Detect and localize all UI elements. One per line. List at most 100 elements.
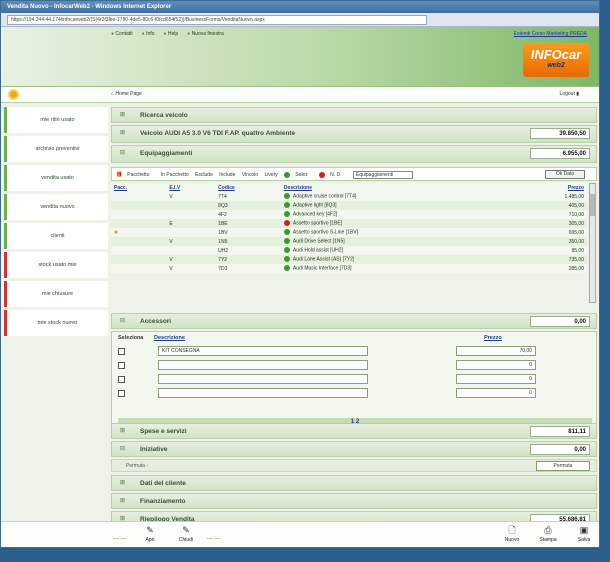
option-desc-text: Adaptive light [8Q3] xyxy=(292,202,337,209)
pacchetto-filter[interactable]: 🎁 Pacchetto xyxy=(116,172,154,178)
nav-help[interactable]: Help xyxy=(163,31,178,37)
option-code: 1BV xyxy=(218,229,228,236)
sidebar-item-vendita-usato[interactable]: vendita usato xyxy=(4,165,108,191)
category-select[interactable]: Equipaggiamenti xyxy=(352,171,413,179)
accessorio-desc-input[interactable]: KIT CONSEGNA xyxy=(158,346,368,356)
section-title: Finanziamento xyxy=(140,498,186,505)
section-ricerca-veicolo[interactable]: ⊞ Ricerca veicolo xyxy=(111,107,597,123)
col-codice[interactable]: Codice xyxy=(215,183,281,192)
print-icon: ⎙ xyxy=(544,525,552,535)
option-row[interactable]: E 1BE Assetto sportivo [1BE] 305,00 xyxy=(111,219,587,228)
ok-status-icon[interactable] xyxy=(283,238,290,245)
ok-status-icon[interactable] xyxy=(283,229,290,236)
top-links[interactable]: Estendi Corso Marketing PREDA xyxy=(514,31,587,37)
option-code: 7Y2 xyxy=(215,255,281,264)
options-scrollbar[interactable] xyxy=(589,183,596,303)
sidebar-item-clienti[interactable]: clienti xyxy=(4,223,108,249)
sidebar-item-stock-usato[interactable]: stock usato mio xyxy=(4,252,108,278)
nuovo-button[interactable]: 🗋 Nuovo xyxy=(495,525,529,543)
accessorio-checkbox[interactable] xyxy=(118,348,125,355)
accessorio-price-input[interactable]: 70,00 xyxy=(456,346,536,356)
option-pacc xyxy=(111,255,167,264)
section-dati-cliente[interactable]: ⊞ Dati del cliente xyxy=(111,475,597,491)
ok-status-icon[interactable] xyxy=(283,247,290,254)
option-row[interactable]: V 1N5 Audi Drive Select [1N5] 350,00 xyxy=(111,237,587,246)
accessorio-checkbox[interactable] xyxy=(118,362,125,369)
col-pacc[interactable]: Pacc. xyxy=(111,183,166,192)
nd-filter[interactable]: N. D. xyxy=(319,172,346,178)
nav-info[interactable]: Info xyxy=(142,31,154,37)
col-eiv[interactable]: E.I.V xyxy=(166,183,215,192)
sidebar: mie ritiri usato archivio preventivi ven… xyxy=(4,107,108,339)
in-pacchetto-filter[interactable]: In Pacchetto xyxy=(161,172,189,178)
option-eiv: V xyxy=(166,255,216,264)
ok-status-icon[interactable] xyxy=(283,265,290,272)
sidebar-item-archivio-preventivi[interactable]: archivio preventivi xyxy=(4,136,108,162)
selez-filter[interactable]: Selez xyxy=(284,172,313,178)
permuta-button[interactable]: Permuta xyxy=(536,461,590,471)
accessorio-price-input[interactable]: 0 xyxy=(456,374,536,384)
ok-status-icon[interactable] xyxy=(283,256,290,263)
scrollbar-thumb[interactable] xyxy=(590,194,595,216)
accessorio-price-input[interactable]: 0 xyxy=(456,360,536,370)
sidebar-item-chiusure[interactable]: mie chiusure xyxy=(4,281,108,307)
option-row[interactable]: V 7Y2 Audi Lane Assist (AS) [7Y2] 735,00 xyxy=(111,255,587,264)
app-header: Contatti Info Help Nuova finestra Estend… xyxy=(1,27,599,87)
sidebar-item-ritiri-usato[interactable]: mie ritiri usato xyxy=(4,107,108,133)
accessorio-checkbox[interactable] xyxy=(118,390,125,397)
infocar-logo: INFOcar web2 xyxy=(523,43,589,77)
option-code: 8Q3 xyxy=(215,201,281,210)
salva-button[interactable]: ▣ Salva xyxy=(567,525,599,543)
ok-status-icon[interactable] xyxy=(283,202,290,209)
ok-status-icon[interactable] xyxy=(283,211,290,218)
option-desc: Adaptive cruise control [7T4] xyxy=(281,192,513,201)
vincolo-filter[interactable]: Vincolo xyxy=(242,172,258,178)
ok-status-icon[interactable] xyxy=(283,193,290,200)
section-accessori[interactable]: ⊟ Accessori 0,00 xyxy=(111,313,597,329)
section-equipaggiamenti[interactable]: ⊟ Equipaggiamenti 6.955,00 xyxy=(111,145,597,163)
livery-filter[interactable]: Livery xyxy=(264,172,277,178)
sidebar-item-stock-nuovo[interactable]: mie stock nuovo xyxy=(4,310,108,336)
section-iniziative[interactable]: ⊟ Iniziative 0,00 xyxy=(111,441,597,457)
option-eiv xyxy=(166,210,215,219)
accessorio-checkbox[interactable] xyxy=(118,376,125,383)
breadcrumb-home[interactable]: Home Page xyxy=(115,91,141,97)
section-title: Spese e servizi xyxy=(140,428,187,435)
expand-icon: ⊞ xyxy=(120,498,126,504)
option-row[interactable]: V 7D3 Audi Music Interface [7D3] 285,00 xyxy=(111,264,587,273)
col-prezzo[interactable]: Prezzo xyxy=(484,335,502,341)
esclude-filter[interactable]: Esclude xyxy=(195,172,213,178)
gear-icon[interactable] xyxy=(8,89,19,100)
accessorio-desc-input[interactable] xyxy=(158,388,368,398)
error-status-icon[interactable] xyxy=(283,220,290,227)
section-veicolo[interactable]: ⊞ Veicolo AUDI A5 3.0 V6 TDI F.AP. quatt… xyxy=(111,125,597,143)
col-descrizione[interactable]: Descrizione xyxy=(154,335,185,341)
sidebar-item-vendita-nuovo[interactable]: vendita nuovo xyxy=(4,194,108,220)
url-field[interactable]: https://194.244.44.174/infocarweb2/(S(4r… xyxy=(7,15,427,25)
include-filter[interactable]: Include xyxy=(219,172,235,178)
option-row[interactable]: 8Q3 Adaptive light [8Q3] 405,00 xyxy=(111,201,587,210)
chiudi-button[interactable]: ✎ Chiudi xyxy=(169,525,203,543)
option-row[interactable]: UH2 Audi Hold assist [UH2] 95,00 xyxy=(111,246,587,255)
accessorio-price-input[interactable]: 0 xyxy=(456,388,536,398)
col-prezzo[interactable]: Prezzo xyxy=(513,183,587,192)
col-descrizione[interactable]: Descrizione xyxy=(281,183,513,192)
bottom-toolbar: — — ✎ Apri ✎ Chiudi — — 🗋 Nuovo ⎙ Stampa… xyxy=(1,521,599,547)
ok-dato-button[interactable]: Ok Dato xyxy=(545,170,585,179)
option-desc-text: Assetto sportivo S-Line [1BV] xyxy=(292,229,358,236)
new-document-icon: 🗋 xyxy=(508,525,516,535)
stampa-button[interactable]: ⎙ Stampa xyxy=(531,525,565,543)
nav-nuova-finestra[interactable]: Nuova finestra xyxy=(187,31,224,37)
option-row[interactable]: 4F2 Advanced key [4F2] 710,00 xyxy=(111,210,587,219)
accessorio-desc-input[interactable] xyxy=(158,374,368,384)
apri-button[interactable]: ✎ Apri xyxy=(133,525,167,543)
option-price: 1.485,00 xyxy=(564,193,584,200)
option-price: 735,00 xyxy=(513,255,587,264)
nav-contatti[interactable]: Contatti xyxy=(111,31,132,37)
option-row[interactable]: V 7T4 Adaptive cruise control [7T4] 1.485,0… xyxy=(111,192,587,201)
option-row[interactable]: ✱ 1BV Assetto sportivo S-Line [1BV] 695,00 xyxy=(111,228,587,237)
logout-link[interactable]: Logout ▮ xyxy=(560,91,579,97)
section-spese-servizi[interactable]: ⊞ Spese e servizi 811,11 xyxy=(111,423,597,439)
accessorio-desc-input[interactable] xyxy=(158,360,368,370)
section-finanziamento[interactable]: ⊞ Finanziamento xyxy=(111,493,597,509)
